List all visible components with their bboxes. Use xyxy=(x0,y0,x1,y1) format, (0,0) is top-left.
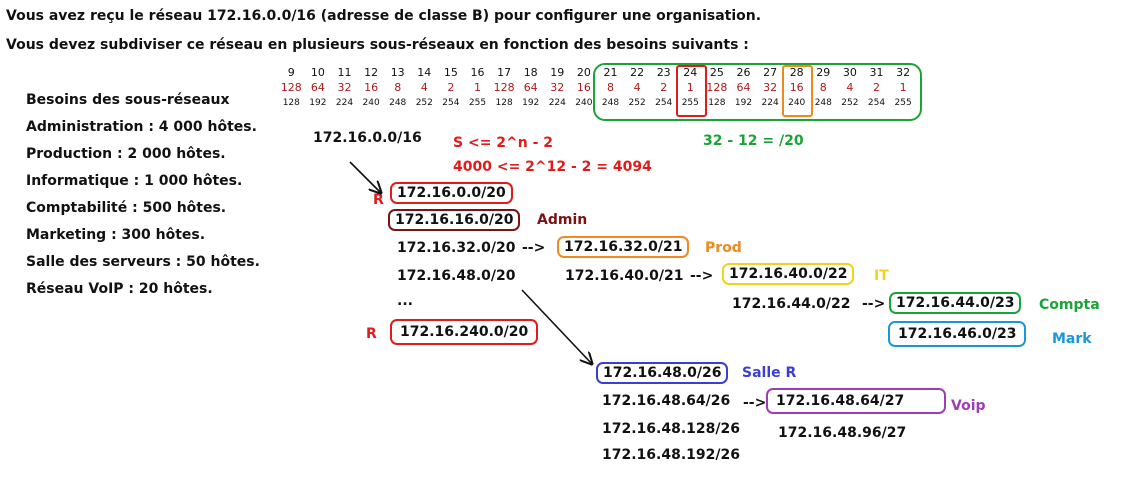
arrow-to-salle-subnet xyxy=(521,289,592,364)
diagram-arrows xyxy=(349,161,1132,498)
arrow-to-first-subnet xyxy=(349,161,381,193)
